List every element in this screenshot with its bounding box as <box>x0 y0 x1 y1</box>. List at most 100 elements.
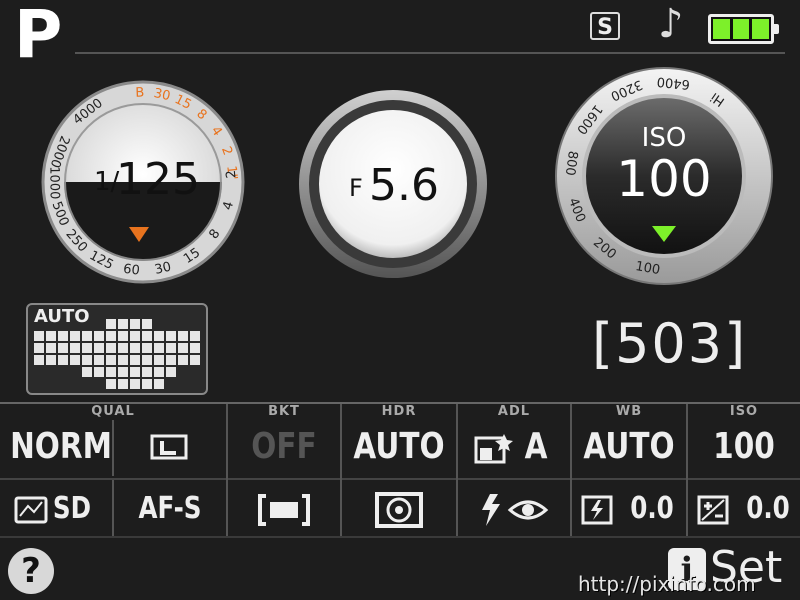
af-point <box>142 367 152 377</box>
af-point <box>118 331 128 341</box>
af-point <box>106 319 116 329</box>
af-point <box>34 331 44 341</box>
af-point <box>70 343 80 353</box>
af-point <box>130 355 140 365</box>
auto-label: AUTO <box>34 306 90 327</box>
shutter-scale-bottom-label: 60 <box>122 262 140 279</box>
header-qual: QUAL <box>91 404 135 419</box>
af-point <box>142 355 152 365</box>
music-note-icon: ♪ <box>658 1 684 47</box>
af-point <box>130 343 140 353</box>
af-point <box>118 343 128 353</box>
af-point <box>118 319 128 329</box>
af-point <box>142 331 152 341</box>
af-point <box>106 379 116 389</box>
top-divider <box>75 52 785 54</box>
af-point <box>190 331 200 341</box>
flash-compensation-value[interactable]: 0.0 <box>629 486 675 532</box>
shutter-scale-bottom-label: 1000 <box>46 166 61 199</box>
af-point <box>106 343 116 353</box>
focus-mode-value[interactable]: AF-S <box>124 486 216 532</box>
af-point <box>46 355 56 365</box>
shutter-value: 125 <box>116 154 200 205</box>
af-point <box>106 367 116 377</box>
header-hdr: HDR <box>381 404 417 419</box>
af-point <box>106 355 116 365</box>
aperture-value: 5.6 <box>369 160 439 211</box>
af-point <box>142 379 152 389</box>
bracketing-value[interactable]: OFF <box>238 420 330 474</box>
battery-icon <box>708 14 779 44</box>
af-point <box>154 379 164 389</box>
aperture-prefix: F <box>349 174 363 202</box>
iso-value: 100 <box>616 150 711 208</box>
af-point <box>106 331 116 341</box>
af-point <box>190 355 200 365</box>
shots-remaining: [503] <box>592 312 748 375</box>
af-point <box>58 343 68 353</box>
af-point <box>190 343 200 353</box>
iso-label: ISO <box>642 123 687 153</box>
af-point <box>118 355 128 365</box>
af-point <box>154 367 164 377</box>
af-area-icon[interactable] <box>258 492 310 528</box>
adl-value[interactable]: A <box>511 420 560 474</box>
af-point <box>46 343 56 353</box>
aperture-dial: F 5.6 <box>299 90 487 278</box>
af-point <box>154 343 164 353</box>
af-point <box>178 331 188 341</box>
white-balance-value[interactable]: AUTO <box>582 420 675 474</box>
flash-redeye-icon[interactable] <box>480 490 560 530</box>
iso-sensitivity-value[interactable]: 100 <box>698 420 790 474</box>
af-point <box>166 343 176 353</box>
af-point <box>82 367 92 377</box>
af-point <box>46 331 56 341</box>
iso-dial: Hi640032001600800400200100 ISO 100 <box>555 67 773 285</box>
flash-compensation-icon[interactable] <box>580 494 616 526</box>
af-point <box>130 331 140 341</box>
exposure-compensation-value[interactable]: 0.0 <box>745 486 791 532</box>
af-point <box>82 343 92 353</box>
help-button[interactable]: ? <box>8 548 54 594</box>
af-point <box>58 355 68 365</box>
af-point <box>118 367 128 377</box>
af-point <box>82 355 92 365</box>
watermark: http://pixinfo.com <box>578 572 756 596</box>
header-iso: ISO <box>729 404 759 419</box>
af-point <box>130 319 140 329</box>
shutter-scale-bottom-label: 2 <box>224 169 240 179</box>
header-wb: WB <box>615 404 643 419</box>
image-quality-value[interactable]: NORM <box>10 420 112 474</box>
af-point <box>154 355 164 365</box>
af-point <box>178 343 188 353</box>
picture-control-value[interactable]: SD <box>49 486 95 532</box>
exposure-compensation-icon[interactable] <box>696 494 732 526</box>
picture-control-icon[interactable] <box>14 494 50 526</box>
header-adl: ADL <box>497 404 531 419</box>
image-size-L-icon[interactable] <box>150 432 190 462</box>
af-point <box>178 355 188 365</box>
af-point <box>82 331 92 341</box>
af-point <box>34 355 44 365</box>
shutter-speed-dial: B 30 158421"400020001000500250125 60 3015842… <box>41 80 245 284</box>
af-point <box>58 331 68 341</box>
af-point <box>94 355 104 365</box>
shutter-scale-top-label: B <box>135 85 144 100</box>
af-point <box>94 343 104 353</box>
shooting-mode: P <box>14 0 62 73</box>
af-point <box>34 343 44 353</box>
adl-scene-icon[interactable] <box>474 430 516 466</box>
af-point <box>94 367 104 377</box>
table-row-divider <box>0 478 800 480</box>
header-bkt: BKT <box>268 404 300 419</box>
af-point <box>94 331 104 341</box>
af-point <box>130 379 140 389</box>
table-bottom-divider <box>0 536 800 538</box>
af-point <box>130 367 140 377</box>
af-point <box>70 355 80 365</box>
hdr-value[interactable]: AUTO <box>352 420 445 474</box>
af-point <box>166 355 176 365</box>
metering-icon[interactable] <box>374 490 424 530</box>
af-point <box>118 379 128 389</box>
af-point <box>142 319 152 329</box>
